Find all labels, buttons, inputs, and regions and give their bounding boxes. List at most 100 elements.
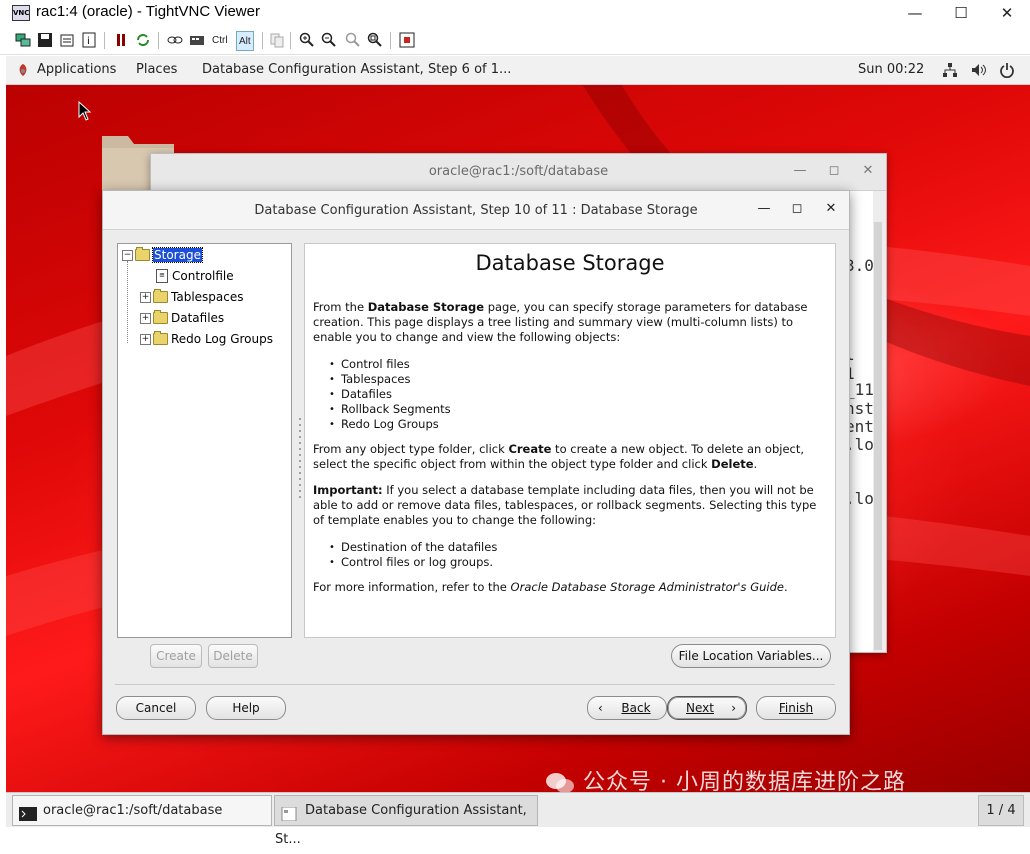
expand-icon[interactable]: + xyxy=(140,333,151,345)
terminal-title-bar[interactable]: oracle@rac1:/soft/database — ◻ ✕ xyxy=(151,154,886,191)
zoom-in-icon[interactable] xyxy=(298,31,316,49)
help-object-list: Control files Tablespaces Datafiles Roll… xyxy=(329,357,451,432)
tree-node-controlfile[interactable]: ≡ Controlfile xyxy=(156,269,234,283)
viewer-title: rac1:4 (oracle) - TightVNC Viewer xyxy=(36,3,260,20)
minimize-icon[interactable]: — xyxy=(892,2,938,24)
create-button[interactable]: Create xyxy=(150,644,202,668)
tree-node-label: Controlfile xyxy=(172,269,234,283)
splitter-handle[interactable] xyxy=(298,416,302,501)
chevron-right-icon: › xyxy=(731,701,736,715)
collapse-icon[interactable]: − xyxy=(122,249,133,261)
applications-menu[interactable]: Applications xyxy=(37,62,116,77)
new-connection-icon[interactable] xyxy=(14,31,32,49)
file-icon: ≡ xyxy=(156,269,168,283)
delete-button[interactable]: Delete xyxy=(208,644,258,668)
finish-button[interactable]: Finish xyxy=(756,696,836,720)
minimize-icon[interactable]: — xyxy=(755,201,773,219)
help-paragraph: For more information, refer to the Oracl… xyxy=(313,580,788,594)
tree-node-datafiles[interactable]: + Datafiles xyxy=(140,310,225,325)
java-window-icon xyxy=(281,803,299,822)
expand-icon[interactable]: + xyxy=(140,312,151,324)
mouse-cursor-icon xyxy=(78,100,92,124)
volume-icon[interactable] xyxy=(970,62,988,82)
zoom-100-icon[interactable] xyxy=(344,31,362,49)
help-change-list: Destination of the datafiles Control fil… xyxy=(329,540,497,570)
zoom-fit-icon[interactable] xyxy=(366,31,384,49)
next-button[interactable]: Next › xyxy=(667,696,747,720)
transfer-icon[interactable] xyxy=(166,31,184,49)
vnc-app-icon: VNC xyxy=(12,5,30,21)
dbca-dialog: Database Configuration Assistant, Step 1… xyxy=(102,190,850,735)
terminal-scrollbar[interactable] xyxy=(874,222,882,650)
chevron-left-icon: ‹ xyxy=(598,701,603,715)
dialog-title: Database Configuration Assistant, Step 1… xyxy=(254,203,698,218)
taskbar-item-terminal[interactable]: oracle@rac1:/soft/database xyxy=(12,795,272,826)
active-window-label[interactable]: Database Configuration Assistant, Step 6… xyxy=(202,62,511,77)
power-icon[interactable] xyxy=(999,62,1015,82)
zoom-out-icon[interactable] xyxy=(320,31,338,49)
network-icon[interactable] xyxy=(942,62,958,82)
folder-icon xyxy=(153,331,168,345)
help-paragraph: Important: If you select a database temp… xyxy=(313,483,817,527)
help-paragraph: From the Database Storage page, you can … xyxy=(313,300,808,344)
list-item: Tablespaces xyxy=(329,372,451,387)
dialog-title-bar[interactable]: Database Configuration Assistant, Step 1… xyxy=(103,191,849,230)
back-button-label: Back xyxy=(621,701,651,715)
terminal-maximize-icon[interactable]: ◻ xyxy=(825,163,843,181)
tree-node-redo-log-groups[interactable]: + Redo Log Groups xyxy=(140,331,273,346)
places-menu[interactable]: Places xyxy=(136,62,177,77)
help-paragraph: From any object type folder, click Creat… xyxy=(313,442,805,471)
ctrl-key-button[interactable]: Ctrl xyxy=(212,31,228,49)
tree-connector xyxy=(127,261,129,343)
cancel-button[interactable]: Cancel xyxy=(116,696,196,720)
list-item: Redo Log Groups xyxy=(329,417,451,432)
tree-node-tablespaces[interactable]: + Tablespaces xyxy=(140,289,244,304)
svg-text:i: i xyxy=(87,36,90,47)
tree-node-label: Storage xyxy=(152,247,203,263)
taskbar-item-label: oracle@rac1:/soft/database xyxy=(43,803,223,818)
taskbar-item-dbca[interactable]: Database Configuration Assistant, St... xyxy=(274,795,538,847)
fullscreen-icon[interactable] xyxy=(398,31,416,49)
refresh-icon[interactable] xyxy=(134,31,152,49)
tree-node-label: Tablespaces xyxy=(171,290,244,304)
options-icon[interactable] xyxy=(58,31,76,49)
list-item: Destination of the datafiles xyxy=(329,540,497,555)
maximize-icon[interactable]: ◻ xyxy=(788,201,806,219)
tree-node-storage[interactable]: − Storage xyxy=(122,247,203,263)
applications-icon xyxy=(16,63,30,81)
taskbar-item-label: Database Configuration Assistant, St... xyxy=(275,803,527,847)
file-location-variables-button[interactable]: File Location Variables... xyxy=(671,644,831,668)
terminal-title: oracle@rac1:/soft/database xyxy=(428,164,609,179)
help-heading: Database Storage xyxy=(475,251,665,275)
terminal-minimize-icon[interactable]: — xyxy=(791,163,809,181)
copy-icon[interactable] xyxy=(268,31,286,49)
list-item: Datafiles xyxy=(329,387,451,402)
ctrl-alt-del-icon[interactable] xyxy=(188,31,206,49)
terminal-close-icon[interactable]: ✕ xyxy=(859,163,877,181)
viewer-title-bar: VNC rac1:4 (oracle) - TightVNC Viewer — … xyxy=(0,0,1030,26)
storage-tree[interactable]: − Storage ≡ Controlfile + Tablespaces + … xyxy=(117,243,292,638)
workspace-pager[interactable]: 1 / 4 xyxy=(978,795,1024,826)
alt-key-button[interactable]: Alt xyxy=(236,31,254,51)
clock[interactable]: Sun 00:22 xyxy=(858,62,924,77)
top-panel: Applications Places Database Configurati… xyxy=(6,56,1030,85)
list-item: Control files xyxy=(329,357,451,372)
close-icon[interactable]: ✕ xyxy=(822,201,840,219)
divider xyxy=(115,684,835,685)
save-icon[interactable] xyxy=(36,31,54,49)
finish-button-label: Finish xyxy=(778,701,814,715)
pause-icon[interactable] xyxy=(112,31,130,49)
back-button[interactable]: ‹ Back xyxy=(587,696,667,720)
bottom-taskbar: oracle@rac1:/soft/database Database Conf… xyxy=(6,792,1030,847)
tree-node-label: Datafiles xyxy=(171,311,225,325)
help-button[interactable]: Help xyxy=(206,696,286,720)
help-panel: Database Storage From the Database Stora… xyxy=(304,243,836,638)
maximize-icon[interactable]: ☐ xyxy=(938,2,984,24)
expand-icon[interactable]: + xyxy=(140,291,151,303)
folder-open-icon xyxy=(135,247,150,261)
terminal-icon xyxy=(19,803,37,821)
folder-icon xyxy=(153,310,168,324)
viewer-toolbar: i Ctrl Alt xyxy=(0,28,1030,55)
info-icon[interactable]: i xyxy=(80,31,98,49)
close-icon[interactable]: ✕ xyxy=(984,2,1030,24)
